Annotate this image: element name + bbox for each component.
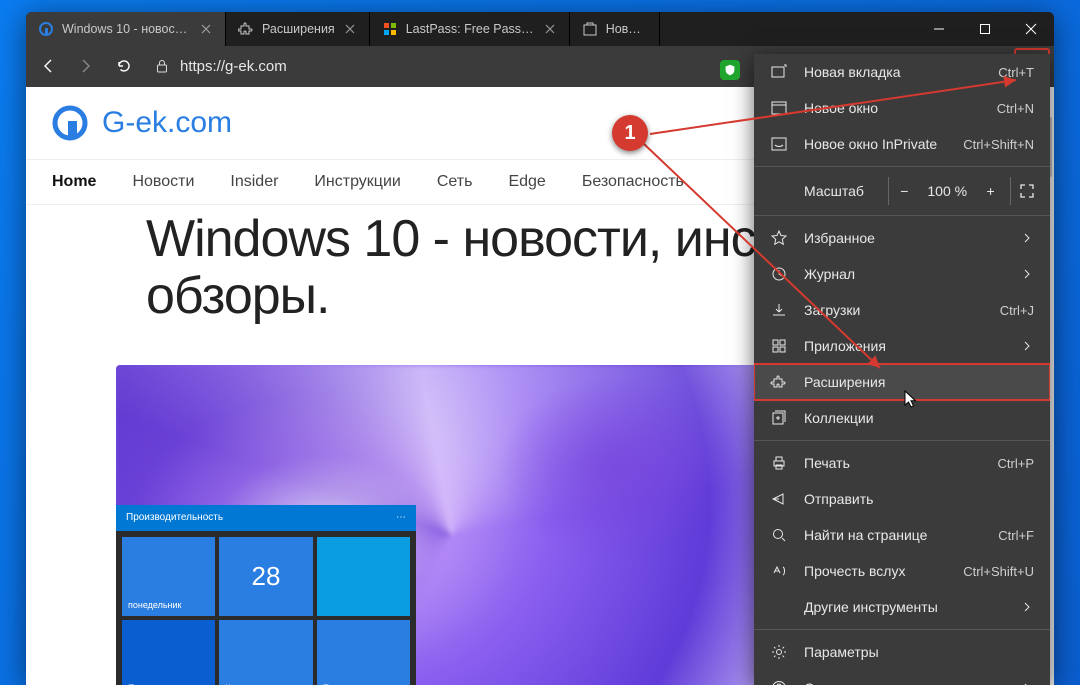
nav-insider[interactable]: Insider xyxy=(230,173,278,191)
chevron-right-icon xyxy=(1020,681,1034,685)
tab-extensions[interactable]: Расширения xyxy=(226,12,370,46)
browser-window: Windows 10 - новости, и… Расширения Last… xyxy=(26,12,1054,685)
tile-day: понедельник xyxy=(122,537,215,616)
menu-find[interactable]: Найти на странице Ctrl+F xyxy=(754,517,1050,553)
annotation-marker-1: 1 xyxy=(612,115,648,151)
close-icon[interactable] xyxy=(199,22,213,36)
menu-share[interactable]: Отправить xyxy=(754,481,1050,517)
mouse-cursor-icon xyxy=(904,390,920,410)
menu-apps[interactable]: Приложения xyxy=(754,328,1050,364)
menu-separator xyxy=(754,629,1050,630)
tile-weather-label: Погода xyxy=(317,620,410,685)
chevron-right-icon xyxy=(1020,267,1034,281)
forward-button[interactable] xyxy=(68,48,104,84)
refresh-button[interactable] xyxy=(106,48,142,84)
tile-mail: Почта xyxy=(122,620,215,685)
menu-new-window[interactable]: Новое окно Ctrl+N xyxy=(754,90,1050,126)
nav-edge[interactable]: Edge xyxy=(508,173,545,191)
fullscreen-button[interactable] xyxy=(1010,177,1042,205)
tab-active[interactable]: Windows 10 - новости, и… xyxy=(26,12,226,46)
gek-favicon xyxy=(38,21,54,37)
menu-print[interactable]: Печать Ctrl+P xyxy=(754,445,1050,481)
zoom-out-button[interactable]: − xyxy=(888,177,920,205)
read-aloud-icon xyxy=(770,562,788,580)
nav-news[interactable]: Новости xyxy=(132,173,194,191)
tab-strip: Windows 10 - новости, и… Расширения Last… xyxy=(26,12,1054,46)
menu-history[interactable]: Журнал xyxy=(754,256,1050,292)
window-controls xyxy=(916,12,1054,46)
chevron-right-icon xyxy=(1020,339,1034,353)
gear-icon xyxy=(770,643,788,661)
minimize-button[interactable] xyxy=(916,12,962,46)
share-icon xyxy=(770,490,788,508)
apps-icon xyxy=(770,337,788,355)
adguard-extension-icon[interactable] xyxy=(720,60,740,80)
nav-network[interactable]: Сеть xyxy=(437,173,473,191)
close-icon[interactable] xyxy=(543,22,557,36)
zoom-in-button[interactable]: + xyxy=(975,177,1007,205)
nav-instructions[interactable]: Инструкции xyxy=(314,173,400,191)
new-window-icon xyxy=(770,99,788,117)
settings-menu: Новая вкладка Ctrl+T Новое окно Ctrl+N Н… xyxy=(754,54,1050,685)
menu-collections[interactable]: Коллекции xyxy=(754,400,1050,436)
star-icon xyxy=(770,229,788,247)
menu-separator xyxy=(754,440,1050,441)
menu-zoom: Масштаб − 100 % + xyxy=(754,171,1050,211)
menu-separator xyxy=(754,166,1050,167)
menu-extensions[interactable]: Расширения xyxy=(754,364,1050,400)
chevron-right-icon xyxy=(1020,600,1034,614)
extension-icon xyxy=(238,21,254,37)
tab-lastpass[interactable]: LastPass: Free Password M… xyxy=(370,12,570,46)
download-icon xyxy=(770,301,788,319)
tile-weather xyxy=(317,537,410,616)
menu-settings[interactable]: Параметры xyxy=(754,634,1050,670)
windows-start-preview: Производительность⋯ понедельник 28 Почта… xyxy=(116,505,416,685)
menu-read-aloud[interactable]: Прочесть вслух Ctrl+Shift+U xyxy=(754,553,1050,589)
zoom-value: 100 % xyxy=(924,183,971,199)
back-button[interactable] xyxy=(30,48,66,84)
chevron-right-icon xyxy=(1020,231,1034,245)
close-window-button[interactable] xyxy=(1008,12,1054,46)
start-topbar: Производительность⋯ xyxy=(116,505,416,531)
tile-date: 28 xyxy=(219,537,312,616)
menu-new-tab[interactable]: Новая вкладка Ctrl+T xyxy=(754,54,1050,90)
maximize-button[interactable] xyxy=(962,12,1008,46)
menu-inprivate[interactable]: Новое окно InPrivate Ctrl+Shift+N xyxy=(754,126,1050,162)
menu-more-tools[interactable]: Другие инструменты xyxy=(754,589,1050,625)
help-icon xyxy=(770,679,788,685)
site-logo[interactable]: G-ek.com xyxy=(48,101,232,145)
tile-calendar: Календарь xyxy=(219,620,312,685)
tab-label: LastPass: Free Password M… xyxy=(406,22,535,36)
tab-label: Расширения xyxy=(262,22,335,36)
microsoft-store-icon xyxy=(582,21,598,37)
inprivate-icon xyxy=(770,135,788,153)
menu-downloads[interactable]: Загрузки Ctrl+J xyxy=(754,292,1050,328)
nav-security[interactable]: Безопасность xyxy=(582,173,684,191)
extension-icon xyxy=(770,373,788,391)
tab-label: Windows 10 - новости, и… xyxy=(62,22,191,36)
history-icon xyxy=(770,265,788,283)
collections-icon xyxy=(770,409,788,427)
tab-new[interactable]: Новая… xyxy=(570,12,660,46)
close-icon[interactable] xyxy=(343,22,357,36)
tab-label: Новая… xyxy=(606,22,647,36)
url-text: https://g-ek.com xyxy=(180,58,287,75)
lock-icon xyxy=(154,58,170,74)
nav-home[interactable]: Home xyxy=(52,173,96,191)
search-icon xyxy=(770,526,788,544)
menu-help[interactable]: Справка и отзывы xyxy=(754,670,1050,685)
site-logo-text: G-ek.com xyxy=(102,106,232,140)
microsoft-store-icon xyxy=(382,21,398,37)
menu-separator xyxy=(754,215,1050,216)
new-tab-icon xyxy=(770,63,788,81)
menu-favorites[interactable]: Избранное xyxy=(754,220,1050,256)
print-icon xyxy=(770,454,788,472)
